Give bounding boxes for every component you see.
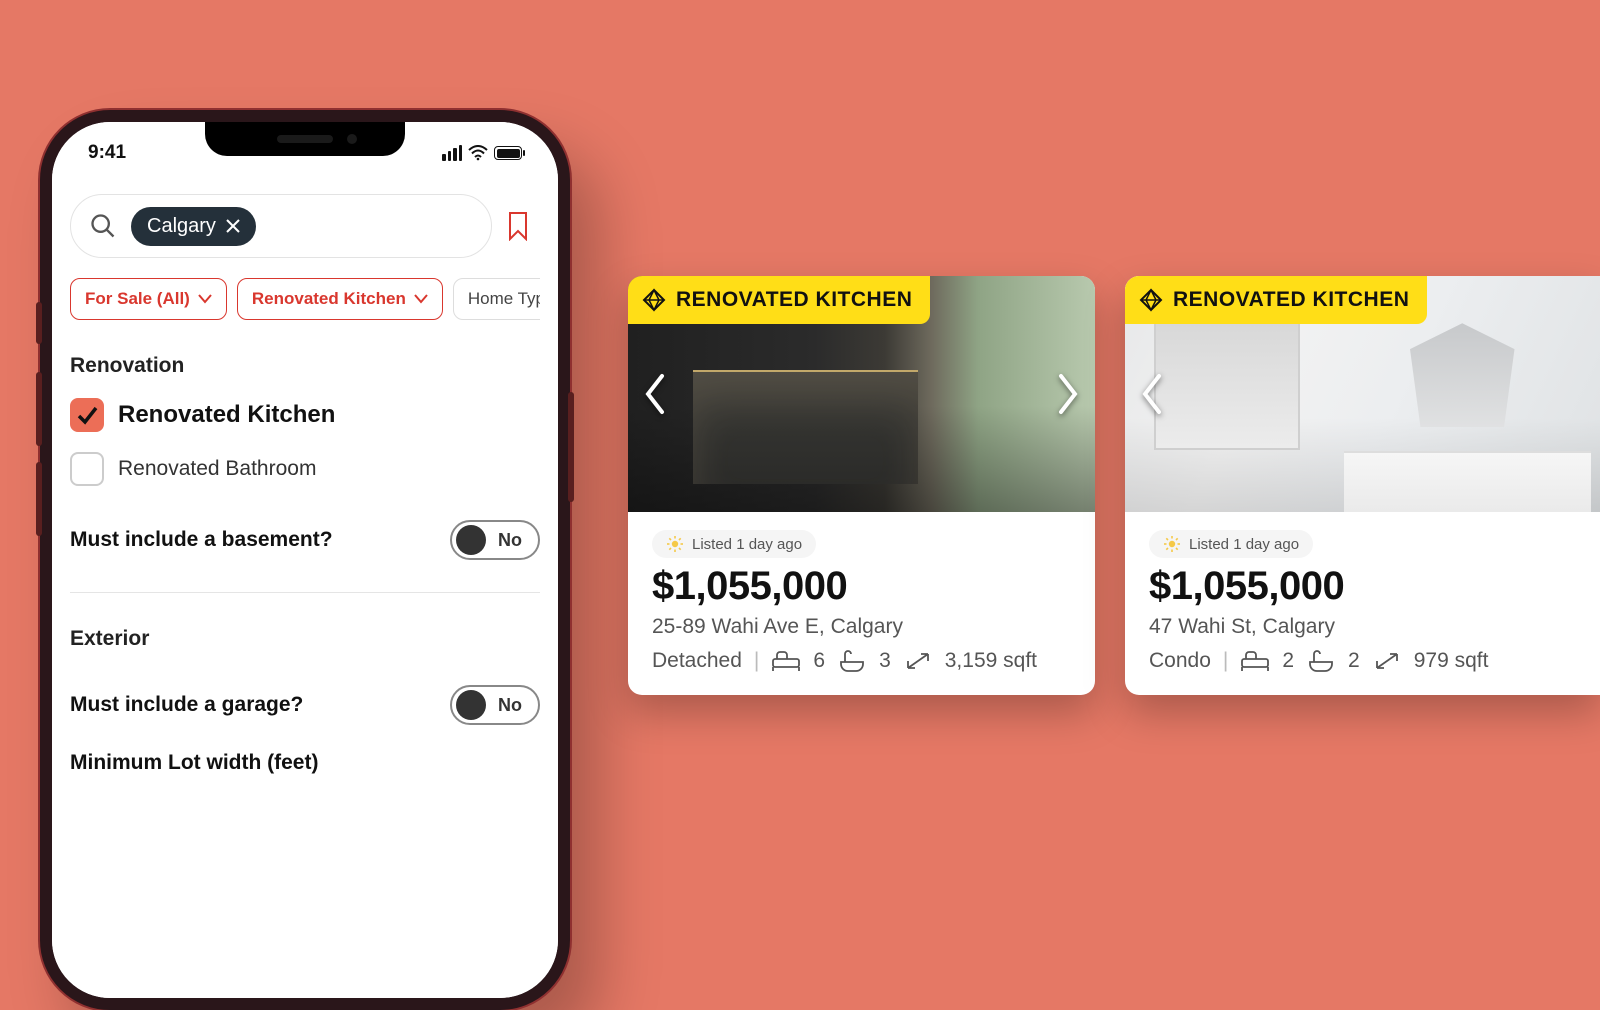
listing-baths: 2 bbox=[1348, 649, 1360, 673]
divider bbox=[70, 592, 540, 593]
next-image-icon[interactable] bbox=[1053, 372, 1081, 416]
listing-type: Detached bbox=[652, 649, 742, 673]
toggle-knob bbox=[456, 690, 486, 720]
toggle-label: Must include a garage? bbox=[70, 693, 303, 717]
bath-icon bbox=[1306, 649, 1336, 673]
bath-icon bbox=[837, 649, 867, 673]
toggle-value: No bbox=[498, 695, 522, 716]
toggle-row-garage: Must include a garage? No bbox=[70, 685, 540, 725]
toggle-label: Must include a basement? bbox=[70, 528, 333, 552]
listing-type: Condo bbox=[1149, 649, 1211, 673]
search-chip-label: Calgary bbox=[147, 215, 216, 238]
sun-icon bbox=[1163, 535, 1181, 553]
prev-image-icon[interactable] bbox=[1139, 372, 1167, 416]
filter-label: Home Type bbox=[468, 289, 540, 309]
listing-beds: 2 bbox=[1282, 649, 1294, 673]
area-icon bbox=[903, 649, 933, 673]
phone-mockup: 9:41 Calgary bbox=[40, 110, 570, 1010]
section-title-exterior: Exterior bbox=[70, 627, 540, 651]
filter-bar: For Sale (All) Renovated Kitchen Home Ty… bbox=[70, 278, 540, 320]
listing-address: 47 Wahi St, Calgary bbox=[1149, 615, 1576, 639]
chevron-down-icon bbox=[198, 294, 212, 304]
checkbox-label: Renovated Kitchen bbox=[118, 401, 335, 429]
field-label: Minimum Lot width (feet) bbox=[70, 751, 318, 775]
filter-label: Renovated Kitchen bbox=[252, 289, 406, 309]
badge-label: RENOVATED KITCHEN bbox=[676, 288, 912, 312]
filter-renovated-kitchen[interactable]: Renovated Kitchen bbox=[237, 278, 443, 320]
filter-label: For Sale (All) bbox=[85, 289, 190, 309]
toggle-garage[interactable]: No bbox=[450, 685, 540, 725]
area-icon bbox=[1372, 649, 1402, 673]
prev-image-icon[interactable] bbox=[642, 372, 670, 416]
listed-text: Listed 1 day ago bbox=[1189, 536, 1299, 553]
listed-badge: Listed 1 day ago bbox=[652, 530, 816, 558]
diamond-icon bbox=[642, 288, 666, 312]
toggle-knob bbox=[456, 525, 486, 555]
listing-meta: Detached | 6 3 3,159 sqft bbox=[652, 649, 1071, 673]
label-row-lot-width: Minimum Lot width (feet) bbox=[70, 751, 540, 775]
listing-cards: RENOVATED KITCHEN Listed 1 day ago $1, bbox=[628, 276, 1600, 695]
status-time: 9:41 bbox=[88, 142, 126, 164]
status-bar: 9:41 bbox=[52, 138, 558, 168]
phone-side-button bbox=[568, 392, 574, 502]
listing-meta: Condo | 2 2 979 sqft bbox=[1149, 649, 1576, 673]
checkbox-unchecked-icon[interactable] bbox=[70, 452, 104, 486]
chevron-down-icon bbox=[414, 294, 428, 304]
listing-price: $1,055,000 bbox=[1149, 564, 1576, 609]
bookmark-icon[interactable] bbox=[506, 211, 530, 241]
search-input[interactable]: Calgary bbox=[70, 194, 492, 258]
sun-icon bbox=[666, 535, 684, 553]
search-icon bbox=[89, 212, 117, 240]
section-title-renovation: Renovation bbox=[70, 354, 540, 378]
listing-area: 979 sqft bbox=[1414, 649, 1489, 673]
phone-side-button bbox=[36, 462, 42, 536]
badge-renovated-kitchen: RENOVATED KITCHEN bbox=[628, 276, 930, 324]
wifi-icon bbox=[468, 145, 488, 161]
badge-renovated-kitchen: RENOVATED KITCHEN bbox=[1125, 276, 1427, 324]
checkbox-row-kitchen[interactable]: Renovated Kitchen bbox=[70, 398, 540, 432]
listed-text: Listed 1 day ago bbox=[692, 536, 802, 553]
checkbox-label: Renovated Bathroom bbox=[118, 457, 316, 481]
listing-address: 25-89 Wahi Ave E, Calgary bbox=[652, 615, 1071, 639]
checkbox-checked-icon[interactable] bbox=[70, 398, 104, 432]
bed-icon bbox=[1240, 649, 1270, 673]
search-chip[interactable]: Calgary bbox=[131, 207, 256, 246]
listing-area: 3,159 sqft bbox=[945, 649, 1037, 673]
listing-image: RENOVATED KITCHEN bbox=[628, 276, 1095, 512]
badge-label: RENOVATED KITCHEN bbox=[1173, 288, 1409, 312]
listing-beds: 6 bbox=[813, 649, 825, 673]
checkbox-row-bathroom[interactable]: Renovated Bathroom bbox=[70, 452, 540, 486]
listing-card[interactable]: RENOVATED KITCHEN Listed 1 day ago $1,05… bbox=[1125, 276, 1600, 695]
listing-baths: 3 bbox=[879, 649, 891, 673]
toggle-basement[interactable]: No bbox=[450, 520, 540, 560]
phone-side-button bbox=[36, 302, 42, 344]
toggle-value: No bbox=[498, 530, 522, 551]
diamond-icon bbox=[1139, 288, 1163, 312]
close-icon[interactable] bbox=[226, 219, 240, 233]
cellular-bars-icon bbox=[442, 145, 462, 161]
battery-icon bbox=[494, 146, 522, 160]
listing-image: RENOVATED KITCHEN bbox=[1125, 276, 1600, 512]
listing-price: $1,055,000 bbox=[652, 564, 1071, 609]
bed-icon bbox=[771, 649, 801, 673]
phone-side-button bbox=[36, 372, 42, 446]
filter-home-type[interactable]: Home Type bbox=[453, 278, 540, 320]
toggle-row-basement: Must include a basement? No bbox=[70, 520, 540, 560]
listing-card[interactable]: RENOVATED KITCHEN Listed 1 day ago $1, bbox=[628, 276, 1095, 695]
listed-badge: Listed 1 day ago bbox=[1149, 530, 1313, 558]
filter-for-sale[interactable]: For Sale (All) bbox=[70, 278, 227, 320]
